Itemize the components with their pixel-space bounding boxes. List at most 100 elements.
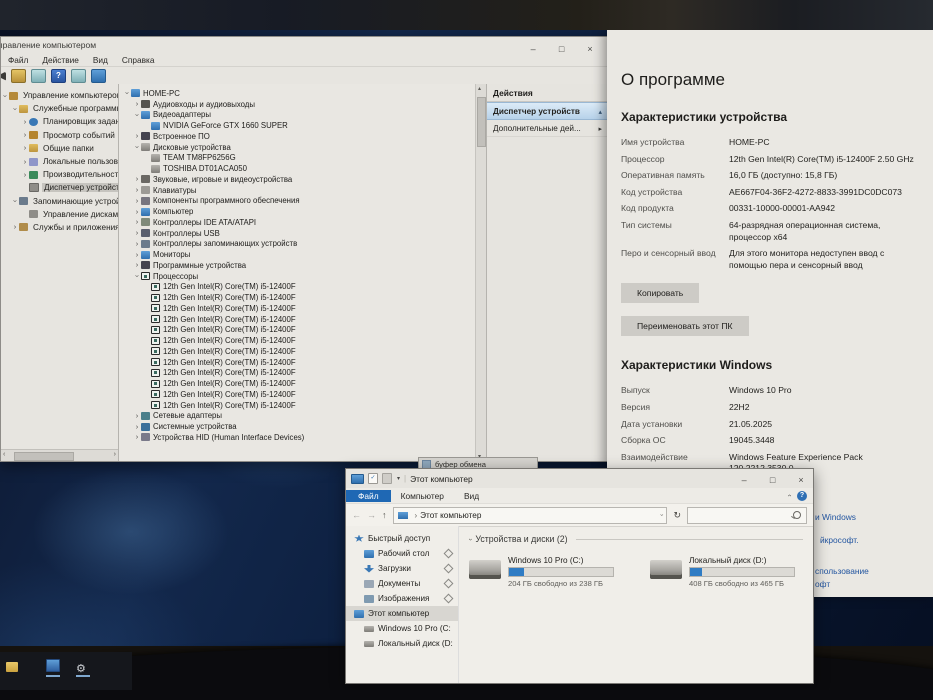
taskbar-computer-management-button[interactable] — [46, 659, 60, 677]
nav-item[interactable]: Загрузки — [346, 561, 458, 576]
drive-tile[interactable]: Локальный диск (D:) 408 ГБ свободно из 4… — [650, 556, 795, 588]
console-tree-item[interactable]: Управление дисками — [1, 208, 118, 221]
up-arrow-icon[interactable]: ↑ — [382, 510, 387, 520]
expander-chevron-icon[interactable] — [21, 118, 29, 126]
device-tree-item[interactable]: 12th Gen Intel(R) Core(TM) i5-12400F — [123, 282, 474, 293]
expander-chevron-icon[interactable] — [133, 240, 141, 248]
scrollbar-thumb[interactable] — [14, 452, 74, 461]
properties-icon[interactable] — [71, 69, 86, 83]
device-tree-item[interactable]: 12th Gen Intel(R) Core(TM) i5-12400F — [123, 400, 474, 411]
expander-chevron-icon[interactable] — [133, 100, 141, 108]
expander-chevron-icon[interactable] — [21, 171, 29, 179]
device-tree-item[interactable]: Сетевые адаптеры — [123, 411, 474, 422]
rename-pc-button[interactable]: Переименовать этот ПК — [621, 316, 749, 337]
device-tree-item[interactable]: Системные устройства — [123, 421, 474, 432]
expander-chevron-icon[interactable] — [133, 272, 141, 280]
close-button[interactable]: × — [789, 475, 813, 485]
expander-chevron-icon[interactable] — [133, 132, 141, 140]
expander-chevron-icon[interactable] — [133, 175, 141, 183]
scroll-right-icon[interactable]: › — [114, 451, 116, 458]
scrollbar-thumb[interactable] — [477, 97, 486, 147]
drive-tile[interactable]: Windows 10 Pro (C:) 204 ГБ свободно из 2… — [469, 556, 614, 588]
device-tree-item[interactable]: Контроллеры запоминающих устройств — [123, 239, 474, 250]
expander-chevron-icon[interactable] — [133, 197, 141, 205]
nav-item[interactable]: Быстрый доступ — [346, 531, 458, 546]
taskbar-folder-button[interactable] — [6, 659, 30, 673]
actions-item[interactable]: Диспетчер устройств — [487, 102, 608, 120]
console-tree-item[interactable]: Служебные программы — [1, 102, 118, 115]
expander-chevron-icon[interactable] — [133, 218, 141, 226]
device-tree-item[interactable]: 12th Gen Intel(R) Core(TM) i5-12400F — [123, 303, 474, 314]
group-collapse-chevron-icon[interactable]: › — [467, 538, 474, 540]
actions-item[interactable]: Дополнительные дей... — [487, 120, 608, 137]
console-tree-item[interactable]: Управление компьютером (л — [1, 89, 118, 102]
console-tree-item[interactable]: Локальные пользовать — [1, 155, 118, 168]
console-tree-item[interactable]: Запоминающие устройст — [1, 195, 118, 208]
nav-item[interactable]: Локальный диск (D: — [346, 636, 458, 651]
actions-arrow-icon[interactable] — [598, 107, 602, 116]
device-tree-item[interactable]: Видеоадаптеры — [123, 110, 474, 121]
expander-chevron-icon[interactable] — [133, 186, 141, 194]
expander-chevron-icon[interactable] — [133, 261, 141, 269]
device-tree-item[interactable]: Дисковые устройства — [123, 142, 474, 153]
help-icon[interactable]: ? — [51, 69, 66, 83]
device-tree-item[interactable]: 12th Gen Intel(R) Core(TM) i5-12400F — [123, 389, 474, 400]
device-tree-item[interactable]: Процессоры — [123, 271, 474, 282]
back-arrow-icon[interactable]: ← — [352, 510, 361, 520]
console-tree-item[interactable]: Планировщик заданий — [1, 115, 118, 128]
quick-access-toolbar-chevron-icon[interactable]: ▾ — [397, 475, 400, 482]
console-tree-icon[interactable] — [31, 69, 46, 83]
horizontal-scrollbar[interactable]: ‹ › — [1, 449, 118, 461]
device-tree-item[interactable]: Компоненты программного обеспечения — [123, 196, 474, 207]
device-tree-item[interactable]: 12th Gen Intel(R) Core(TM) i5-12400F — [123, 325, 474, 336]
nav-item[interactable]: Этот компьютер — [346, 606, 458, 621]
device-tree-item[interactable]: 12th Gen Intel(R) Core(TM) i5-12400F — [123, 368, 474, 379]
expander-chevron-icon[interactable] — [21, 144, 29, 152]
ribbon-tab[interactable]: Вид — [454, 490, 489, 502]
device-tree-item[interactable]: Программные устройства — [123, 260, 474, 271]
expander-chevron-icon[interactable] — [11, 105, 19, 113]
expander-chevron-icon[interactable] — [133, 412, 141, 420]
properties-quick-icon[interactable]: ✓ — [368, 473, 378, 484]
device-tree-item[interactable]: TOSHIBA DT01ACA050 — [123, 163, 474, 174]
device-tree-item[interactable]: Компьютер — [123, 206, 474, 217]
close-button[interactable]: × — [578, 44, 602, 54]
device-tree-item[interactable]: 12th Gen Intel(R) Core(TM) i5-12400F — [123, 292, 474, 303]
expander-chevron-icon[interactable] — [21, 131, 29, 139]
device-tree-item[interactable]: TEAM TM8FP6256G — [123, 153, 474, 164]
cm-titlebar[interactable]: Управление компьютером – □ × — [1, 37, 608, 54]
forward-arrow-icon[interactable]: → — [367, 510, 376, 520]
device-tree-item[interactable]: Устройства HID (Human Interface Devices) — [123, 432, 474, 443]
address-bar[interactable]: › Этот компьютер › — [392, 506, 668, 524]
nav-item[interactable]: Windows 10 Pro (C: — [346, 621, 458, 636]
expander-chevron-icon[interactable] — [133, 208, 141, 216]
ribbon-tab[interactable]: Файл — [346, 489, 391, 502]
refresh-icon[interactable]: ↻ — [673, 510, 681, 521]
nav-item[interactable]: Документы — [346, 576, 458, 591]
device-tree-item[interactable]: Аудиовходы и аудиовыходы — [123, 99, 474, 110]
expander-chevron-icon[interactable] — [21, 158, 29, 166]
console-tree-item[interactable]: Производительность — [1, 168, 118, 181]
settings-link-fragment[interactable]: офт — [815, 579, 830, 589]
menu-item[interactable]: Справка — [115, 55, 162, 65]
device-tree-item[interactable]: Контроллеры IDE ATA/ATAPI — [123, 217, 474, 228]
nav-item[interactable]: Рабочий стол — [346, 546, 458, 561]
maximize-button[interactable]: □ — [550, 44, 574, 54]
new-folder-quick-icon[interactable] — [382, 473, 392, 484]
device-tree-item[interactable]: NVIDIA GeForce GTX 1660 SUPER — [123, 120, 474, 131]
device-tree-item[interactable]: 12th Gen Intel(R) Core(TM) i5-12400F — [123, 346, 474, 357]
expander-chevron-icon[interactable] — [133, 229, 141, 237]
export-icon[interactable] — [11, 69, 26, 83]
ribbon-tab[interactable]: Компьютер — [391, 490, 454, 502]
back-arrow-icon[interactable] — [1, 71, 6, 81]
explorer-titlebar[interactable]: ✓ ▾ | Этот компьютер – □ × — [346, 469, 813, 488]
expander-chevron-icon[interactable] — [133, 251, 141, 259]
ribbon-collapse-icon[interactable]: › — [786, 494, 793, 496]
address-dropdown-icon[interactable]: › — [658, 514, 664, 516]
scroll-up-icon[interactable]: ▴ — [478, 85, 481, 92]
expander-chevron-icon[interactable] — [133, 111, 141, 119]
device-tree-item[interactable]: Клавиатуры — [123, 185, 474, 196]
vertical-scrollbar[interactable]: ▴ ▾ — [475, 84, 486, 461]
taskbar-settings-button[interactable]: ⚙ — [76, 659, 90, 677]
device-tree-item[interactable]: 12th Gen Intel(R) Core(TM) i5-12400F — [123, 378, 474, 389]
